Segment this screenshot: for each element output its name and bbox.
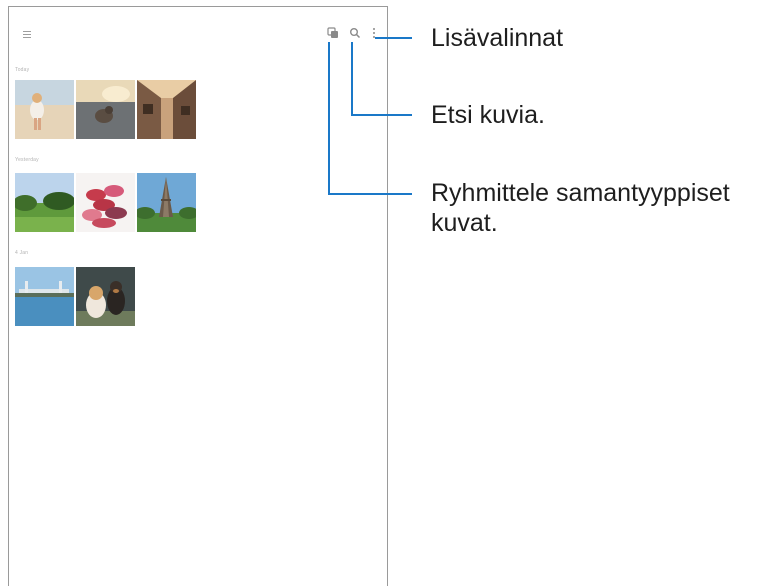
callout-line-search-horizontal <box>351 114 412 116</box>
callout-line-group-vertical <box>328 42 330 195</box>
group-similar-icon[interactable] <box>327 27 339 39</box>
gallery-screen: Today Yesterday 4 Jan <box>8 6 388 586</box>
photo-cafe-street[interactable] <box>137 80 196 139</box>
photo-eiffel-tower[interactable] <box>137 173 196 232</box>
photo-two-dogs[interactable] <box>76 267 135 326</box>
date-label-yesterday: Yesterday <box>15 157 39 163</box>
date-label-today: Today <box>15 67 30 73</box>
callout-group-line1: Ryhmittele samantyyppiset <box>431 179 730 207</box>
callout-line-more-options <box>375 37 412 39</box>
photo-green-field[interactable] <box>15 173 74 232</box>
callout-group-line2: kuvat. <box>431 209 498 237</box>
callout-line-group-horizontal <box>328 193 412 195</box>
search-icon[interactable] <box>349 27 361 39</box>
callout-line-search-vertical <box>351 42 353 116</box>
photo-dog-road[interactable] <box>76 80 135 139</box>
photo-macarons[interactable] <box>76 173 135 232</box>
photo-beach-girl[interactable] <box>15 80 74 139</box>
hamburger-menu-icon[interactable] <box>23 31 31 39</box>
callout-more-options: Lisävalinnat <box>431 24 564 52</box>
photo-harbor-bridge[interactable] <box>15 267 74 326</box>
callout-search: Etsi kuvia. <box>431 101 545 129</box>
date-label-4-jan: 4 Jan <box>15 250 29 256</box>
